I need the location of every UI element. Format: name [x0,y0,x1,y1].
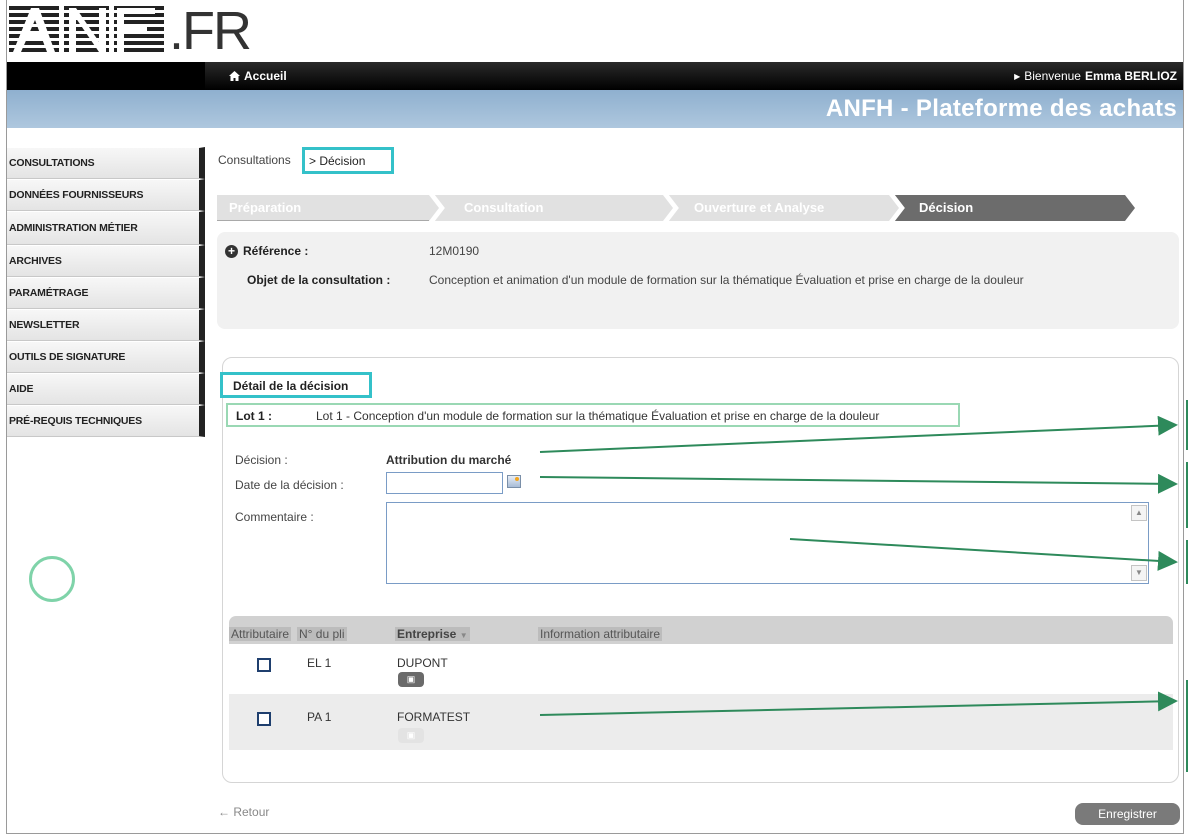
home-link[interactable]: Accueil [229,69,287,83]
lot-header: Lot 1 : Lot 1 - Conception d'un module d… [226,403,960,427]
reference-value: 12M0190 [429,244,480,258]
decision-value: Attribution du marché [386,453,512,467]
table-row: PA 1 FORMATEST ▣ [229,694,1173,750]
sidebar-item-parametrage[interactable]: PARAMÉTRAGE [7,277,205,309]
back-label: Retour [233,805,270,819]
welcome-user[interactable]: ▶ Bienvenue Emma BERLIOZ [1014,69,1177,83]
entreprise-name: FORMATEST [397,710,471,724]
expand-plus-icon[interactable]: + [225,245,238,258]
step-decision[interactable]: Décision [907,195,973,221]
sidebar-item-donnees-fournisseurs[interactable]: DONNÉES FOURNISSEURS [7,179,205,211]
header-numero-pli: N° du pli [297,627,347,641]
scroll-up-icon[interactable]: ▲ [1131,505,1147,521]
pli-number: PA 1 [307,710,332,724]
sort-arrow-icon: ▼ [459,631,468,640]
breadcrumb-current: > Décision [302,147,394,174]
decision-detail-title: Détail de la décision [220,372,372,398]
save-button[interactable]: Enregistrer [1075,803,1180,825]
table-row: EL 1 DUPONT ▣ [229,644,1173,694]
top-navigation-bar: Accueil ▶ Bienvenue Emma BERLIOZ [7,62,1183,90]
entreprise-name: DUPONT [397,656,448,670]
checkbox-highlight-circle [29,556,75,602]
sidebar-item-prerequis-techniques[interactable]: PRÉ-REQUIS TECHNIQUES [7,405,205,437]
decision-label: Décision : [235,453,288,467]
comment-textarea[interactable]: ▲ ▼ [386,502,1149,584]
decision-detail-panel: Détail de la décision Lot 1 : Lot 1 - Co… [220,357,1179,783]
breadcrumb-root[interactable]: Consultations [218,153,291,167]
header-entreprise[interactable]: Entreprise ▼ [395,627,470,641]
back-link[interactable]: ← Retour [218,805,269,819]
user-name: Emma BERLIOZ [1084,69,1177,83]
decision-date-input[interactable] [386,472,503,494]
home-icon [229,71,240,81]
sidebar-menu: CONSULTATIONS DONNÉES FOURNISSEURS ADMIN… [7,147,205,437]
attributaire-checkbox[interactable] [257,658,271,672]
step-consultation[interactable]: Consultation [452,195,543,221]
arrow-left-icon: ← [218,805,230,819]
sidebar-item-consultations[interactable]: CONSULTATIONS [7,147,205,179]
header-entreprise-label: Entreprise [397,627,457,641]
topbar-left-block [7,62,205,90]
scroll-down-icon[interactable]: ▼ [1131,565,1147,581]
step-ouverture-analyse[interactable]: Ouverture et Analyse [682,195,824,221]
play-arrow-icon: ▶ [1014,71,1021,81]
platform-banner: ANFH - Plateforme des achats [7,90,1183,128]
logo-suffix: .FR [169,1,252,61]
home-label: Accueil [244,69,287,83]
comment-label: Commentaire : [235,510,314,524]
sidebar-item-archives[interactable]: ARCHIVES [7,245,205,277]
date-label: Date de la décision : [235,478,344,492]
table-header: Attributaire N° du pli Entreprise ▼ Info… [229,616,1173,644]
workflow-steps: Préparation Consultation Ouverture et An… [217,195,1147,221]
anfh-logo[interactable]: .FR [9,0,252,62]
object-value: Conception et animation d'un module de f… [429,273,1024,287]
welcome-prefix: Bienvenue [1024,69,1081,83]
sidebar-item-administration-metier[interactable]: ADMINISTRATION MÉTIER [7,211,205,245]
attributaire-checkbox[interactable] [257,712,271,726]
browser-frame: .FR Accueil ▶ Bienvenue Emma BERLIOZ ANF… [6,0,1184,834]
logo-graphic [9,6,164,52]
header-attributaire: Attributaire [229,627,292,641]
object-label: Objet de la consultation : [247,273,391,287]
reference-panel: + Référence : 12M0190 Objet de la consul… [217,232,1179,329]
sidebar-item-aide[interactable]: AIDE [7,373,205,405]
platform-title: ANFH - Plateforme des achats [825,95,1177,122]
reference-label: Référence : [243,244,309,258]
main-content: Consultations > Décision Préparation Con… [215,140,1181,833]
document-icon[interactable]: ▣ [398,672,424,687]
lot-value: Lot 1 - Conception d'un module de format… [316,409,880,423]
calendar-icon[interactable] [507,475,521,488]
sidebar-item-newsletter[interactable]: NEWSLETTER [7,309,205,341]
lot-label: Lot 1 : [236,409,272,423]
sidebar-item-outils-signature[interactable]: OUTILS DE SIGNATURE [7,341,205,373]
step-preparation[interactable]: Préparation [217,195,301,221]
pli-number: EL 1 [307,656,332,670]
header-information-attributaire: Information attributaire [538,627,663,641]
document-icon[interactable]: ▣ [398,728,424,743]
